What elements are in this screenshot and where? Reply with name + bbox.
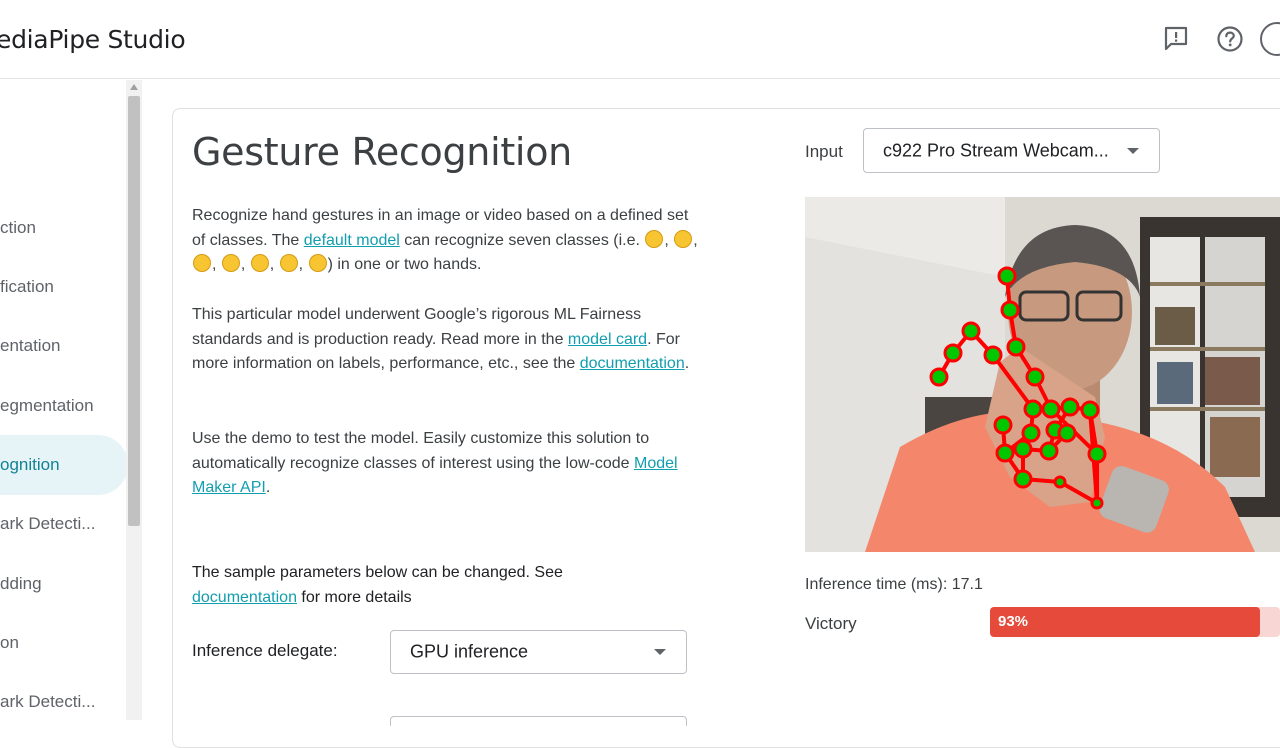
hand-landmark-point [1053, 475, 1067, 489]
params-documentation-link[interactable]: documentation [192, 589, 297, 606]
sidebar-item-object-detection[interactable]: ction [0, 198, 128, 258]
hand-landmark-point [997, 266, 1017, 286]
params-text: The sample parameters below can be chang… [192, 564, 563, 581]
hand-landmark-point [983, 345, 1003, 365]
inference-delegate-value: GPU inference [410, 641, 529, 662]
hand-landmark-point [1060, 397, 1080, 417]
sidebar-item-label: entation [0, 336, 61, 355]
gesture-label: Victory [805, 614, 857, 633]
inference-delegate-select[interactable]: GPU inference [390, 630, 687, 674]
next-parameter-field[interactable] [390, 716, 687, 726]
pointing-up-emoji-icon [221, 254, 240, 273]
hand-landmark-point [1000, 300, 1020, 320]
inference-time: Inference time (ms): 17.1 [805, 576, 983, 593]
intro-text: can recognize seven classes (i.e. [399, 231, 645, 249]
page-title: Gesture Recognition [192, 130, 572, 174]
hand-landmark-point [1013, 439, 1033, 459]
thumbs-up-emoji-icon [645, 229, 664, 248]
sidebar-item-label: fication [0, 277, 54, 296]
sidebar-item-label: ognition [0, 455, 60, 474]
hand-landmark-point [993, 415, 1013, 435]
params-text: for more details [296, 588, 412, 606]
hand-landmark-point [961, 321, 981, 341]
sidebar-item-image-segmentation[interactable]: entation [0, 316, 128, 376]
sidebar-item-label: egmentation [0, 396, 94, 415]
input-source-select[interactable]: c922 Pro Stream Webcam... [863, 128, 1160, 173]
sidebar-item-label: dding [0, 574, 42, 593]
open-palm-emoji-icon [308, 254, 327, 273]
hand-landmark-point [1013, 469, 1033, 489]
sidebar-item-label: ark Detecti... [0, 514, 96, 533]
closed-fist-emoji-icon [250, 254, 269, 273]
scroll-up-arrow-icon[interactable] [130, 84, 138, 90]
help-icon [1217, 26, 1243, 52]
hand-landmark-point [943, 343, 963, 363]
sidebar-item-label: ction [0, 218, 36, 237]
hand-landmark-point [1087, 444, 1107, 464]
hand-landmark-point [1090, 496, 1104, 510]
intro-text: ) in one or two hands. [327, 256, 482, 274]
feedback-button[interactable] [1159, 22, 1193, 56]
score-bar-fill: 93% [990, 607, 1260, 637]
fairness-paragraph: This particular model underwent Google’s… [192, 303, 702, 377]
inference-delegate-label: Inference delegate: [192, 641, 338, 660]
webcam-video[interactable] [805, 197, 1280, 552]
params-paragraph: The sample parameters below can be chang… [192, 561, 662, 610]
hand-landmark-point [1023, 399, 1043, 419]
sidebar-item-label: on [0, 633, 19, 652]
hand-landmark-point [1039, 441, 1059, 461]
app-header: ediaPipe Studio [0, 0, 1280, 79]
intro-paragraph: Recognize hand gestures in an image or v… [192, 207, 698, 274]
thumbs-down-emoji-icon [674, 229, 693, 248]
help-button[interactable] [1213, 22, 1247, 56]
sidebar-item-image-embedding[interactable]: dding [0, 554, 128, 614]
hand-landmark-point [1057, 423, 1077, 443]
app-title: ediaPipe Studio [0, 25, 186, 54]
hand-landmark-point [1006, 337, 1026, 357]
sidebar-item-face-landmark-detection[interactable]: ark Detecti... [0, 672, 128, 720]
model-card-link[interactable]: model card [568, 331, 647, 348]
account-avatar[interactable] [1260, 22, 1280, 56]
hand-landmark-point [929, 367, 949, 387]
dropdown-arrow-icon [1127, 147, 1139, 154]
sidebar-item-face-detection[interactable]: on [0, 613, 128, 673]
sidebar-item-gesture-recognition[interactable]: ognition [0, 435, 128, 495]
i-love-you-emoji-icon [279, 254, 298, 273]
victory-emoji-icon [193, 254, 211, 273]
hand-landmark-point [1025, 367, 1045, 387]
feedback-icon [1164, 26, 1188, 51]
hand-landmark-point [1021, 423, 1041, 443]
sidebar-nav: ction fication entation egmentation ogni… [0, 80, 142, 720]
default-model-link[interactable]: default model [304, 232, 400, 249]
input-source-value: c922 Pro Stream Webcam... [883, 140, 1109, 160]
demo-paragraph: Use the demo to test the model. Easily c… [192, 427, 702, 501]
sidebar-item-hand-landmark-detection[interactable]: ark Detecti... [0, 494, 128, 554]
sidebar-scroll-thumb[interactable] [128, 96, 140, 526]
fairness-text: . [684, 355, 690, 373]
demo-text: Use the demo to test the model. Easily c… [192, 430, 650, 472]
sidebar-item-interactive-segmentation[interactable]: egmentation [0, 376, 128, 436]
hand-landmark-overlay [929, 266, 1107, 510]
hand-landmark-point [995, 443, 1015, 463]
sidebar-item-image-classification[interactable]: fication [0, 257, 128, 317]
demo-text: . [265, 479, 271, 497]
hand-landmark-point [1080, 400, 1100, 420]
documentation-link[interactable]: documentation [580, 355, 685, 372]
dropdown-arrow-icon [654, 649, 666, 655]
sidebar-item-label: ark Detecti... [0, 692, 96, 711]
hand-landmark-point [1041, 399, 1061, 419]
input-label: Input [805, 142, 843, 161]
